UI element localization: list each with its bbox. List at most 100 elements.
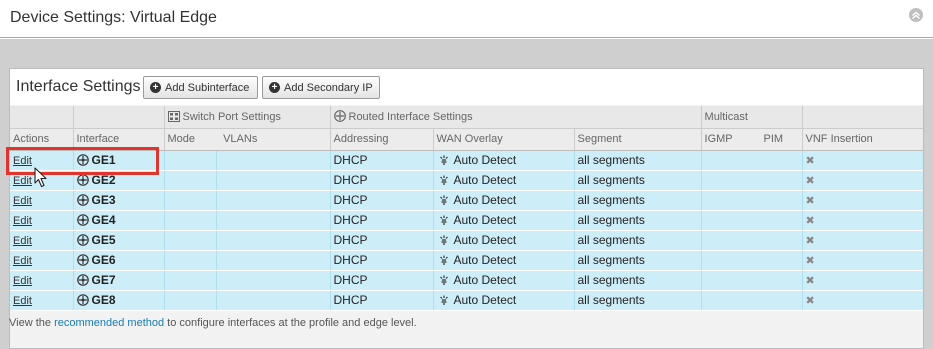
wan-overlay-value: Auto Detect xyxy=(453,173,517,187)
interface-name: GE1 xyxy=(91,153,116,167)
table-row[interactable]: Edit GE3 DHCP Auto Detect all segments ✖ xyxy=(10,190,924,211)
multicast-cell xyxy=(701,290,803,311)
wan-overlay-value: Auto Detect xyxy=(453,233,517,247)
content-area: Interface Settings + Add Subinterface + … xyxy=(0,39,933,349)
table-row[interactable]: Edit GE2 DHCP Auto Detect all segments ✖ xyxy=(10,170,924,191)
multicast-cell xyxy=(701,230,803,251)
vlans-cell xyxy=(216,190,331,211)
vlans-cell xyxy=(216,250,331,271)
segment-cell: all segments xyxy=(574,250,702,271)
col-wan-overlay: WAN Overlay xyxy=(433,128,575,151)
add-subinterface-button[interactable]: + Add Subinterface xyxy=(143,76,258,99)
plus-circle-icon: + xyxy=(269,82,280,93)
vlans-cell xyxy=(216,230,331,251)
interface-name: GE4 xyxy=(91,213,116,227)
switch-port-group-label: Switch Port Settings xyxy=(182,110,281,123)
interface-port-icon xyxy=(76,254,89,266)
auto-detect-icon xyxy=(439,155,448,165)
column-header-row: Actions Interface Mode VLANs Addressing … xyxy=(10,128,924,151)
multicast-cell xyxy=(701,210,803,231)
interface-port-icon xyxy=(76,194,89,206)
addressing-cell: DHCP xyxy=(330,290,434,311)
add-secondary-ip-button[interactable]: + Add Secondary IP xyxy=(262,76,380,99)
mode-cell xyxy=(164,170,217,191)
segment-cell: all segments xyxy=(574,230,702,251)
routed-group-label: Routed Interface Settings xyxy=(348,111,473,124)
multicast-group: Multicast xyxy=(701,106,803,129)
interface-name: GE8 xyxy=(91,293,116,307)
add-secondary-ip-label: Add Secondary IP xyxy=(284,81,373,94)
table-row[interactable]: Edit GE8 DHCP Auto Detect all segments ✖ xyxy=(10,290,924,311)
group-header-row: Switch Port Settings Routed Interface Se… xyxy=(10,106,924,129)
close-icon[interactable]: ✖ xyxy=(806,215,815,227)
vlans-cell xyxy=(216,270,331,291)
addressing-cell: DHCP xyxy=(330,210,434,231)
col-vlans: VLANs xyxy=(223,133,258,145)
close-icon[interactable]: ✖ xyxy=(806,195,815,207)
routed-group: Routed Interface Settings xyxy=(330,106,702,129)
interface-name: GE7 xyxy=(91,273,116,287)
vlans-cell xyxy=(216,210,331,231)
auto-detect-icon xyxy=(439,255,448,265)
mode-cell xyxy=(164,230,217,251)
edit-link[interactable]: Edit xyxy=(13,175,32,187)
table-row[interactable]: Edit GE5 DHCP Auto Detect all segments ✖ xyxy=(10,230,924,251)
col-vnf-insertion: VNF Insertion xyxy=(802,128,924,151)
segment-cell: all segments xyxy=(574,270,702,291)
edit-link[interactable]: Edit xyxy=(13,235,32,247)
mode-cell xyxy=(164,150,217,171)
wan-overlay-value: Auto Detect xyxy=(453,193,517,207)
switch-icon xyxy=(167,110,180,122)
edit-link[interactable]: Edit xyxy=(13,275,32,287)
multicast-cell xyxy=(701,270,803,291)
segment-cell: all segments xyxy=(574,190,702,211)
auto-detect-icon xyxy=(439,175,448,185)
multicast-cell xyxy=(701,250,803,271)
chevron-up-icon[interactable] xyxy=(909,8,923,22)
interface-name: GE2 xyxy=(91,173,116,187)
interface-port-icon xyxy=(76,174,89,186)
interface-name: GE3 xyxy=(91,193,116,207)
table-row[interactable]: Edit GE6 DHCP Auto Detect all segments ✖ xyxy=(10,250,924,271)
edit-link[interactable]: Edit xyxy=(13,255,32,267)
col-interface: Interface xyxy=(73,128,165,151)
table-row[interactable]: Edit GE7 DHCP Auto Detect all segments ✖ xyxy=(10,270,924,291)
table-row[interactable]: Edit GE4 DHCP Auto Detect all segments ✖ xyxy=(10,210,924,231)
panel-header: Interface Settings + Add Subinterface + … xyxy=(10,69,923,105)
auto-detect-icon xyxy=(439,275,448,285)
footer-note: View the recommended method to configure… xyxy=(9,317,417,329)
interface-name: GE5 xyxy=(91,233,116,247)
mode-cell xyxy=(164,270,217,291)
mode-cell xyxy=(164,190,217,211)
vlans-cell xyxy=(216,150,331,171)
addressing-cell: DHCP xyxy=(330,230,434,251)
edit-link[interactable]: Edit xyxy=(13,155,32,167)
close-icon[interactable]: ✖ xyxy=(806,155,815,167)
addressing-cell: DHCP xyxy=(330,190,434,211)
edit-link[interactable]: Edit xyxy=(13,215,32,227)
close-icon[interactable]: ✖ xyxy=(806,175,815,187)
col-addressing: Addressing xyxy=(330,128,434,151)
close-icon[interactable]: ✖ xyxy=(806,295,815,307)
add-subinterface-label: Add Subinterface xyxy=(165,81,250,94)
table-row[interactable]: Edit GE1 DHCP Auto Detect all segments ✖ xyxy=(10,150,924,171)
recommended-method-link[interactable]: recommended method xyxy=(54,317,164,329)
footer-suffix: to configure interfaces at the profile a… xyxy=(164,317,417,329)
addressing-cell: DHCP xyxy=(330,250,434,271)
edit-link[interactable]: Edit xyxy=(13,195,32,207)
multicast-cell xyxy=(701,190,803,211)
window-title: Device Settings: Virtual Edge xyxy=(10,9,217,26)
wan-overlay-value: Auto Detect xyxy=(453,253,517,267)
multicast-cell xyxy=(701,170,803,191)
router-icon xyxy=(333,110,346,123)
mode-cell xyxy=(164,250,217,271)
auto-detect-icon xyxy=(439,235,448,245)
auto-detect-icon xyxy=(439,195,448,205)
close-icon[interactable]: ✖ xyxy=(806,235,815,247)
mode-cell xyxy=(164,290,217,311)
col-segment: Segment xyxy=(574,128,702,151)
edit-link[interactable]: Edit xyxy=(13,295,32,307)
close-icon[interactable]: ✖ xyxy=(806,255,815,267)
col-actions: Actions xyxy=(10,128,74,151)
close-icon[interactable]: ✖ xyxy=(806,275,815,287)
